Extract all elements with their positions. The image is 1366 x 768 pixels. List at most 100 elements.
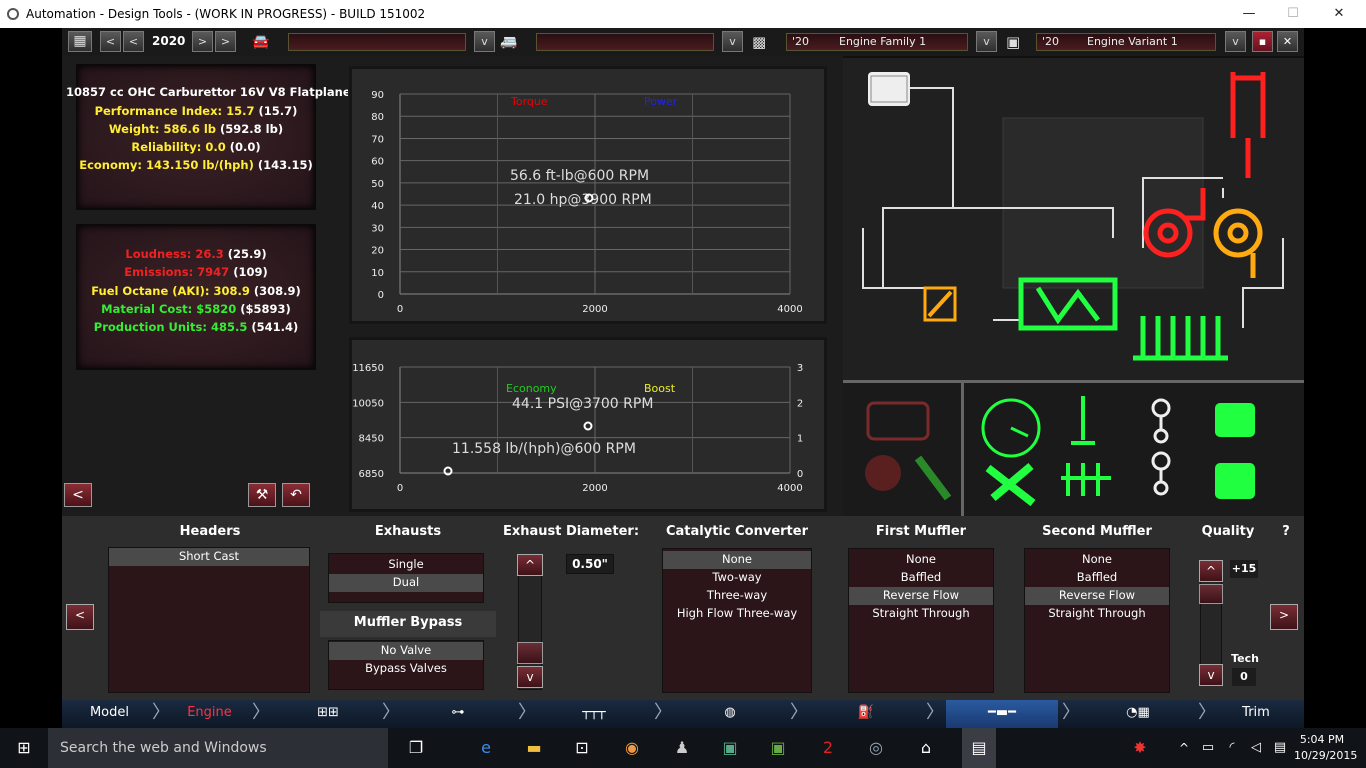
muffler2-none-option[interactable]: None — [1025, 551, 1169, 569]
store-icon[interactable]: ⊡ — [570, 736, 594, 760]
crankshaft-icon[interactable] — [1061, 463, 1111, 496]
bypass-valves-option[interactable]: Bypass Valves — [329, 660, 483, 678]
tools-icon[interactable] — [985, 462, 1036, 507]
piston-icon: ▣ — [1006, 33, 1021, 51]
engine-variant-field[interactable]: '20 Engine Variant 1 — [1036, 33, 1216, 51]
muffler2-straight-option[interactable]: Straight Through — [1025, 605, 1169, 623]
gauge-icon[interactable] — [981, 398, 1041, 458]
calendar-icon[interactable]: ▦ — [68, 31, 92, 52]
year-prev-fast-button[interactable]: < — [100, 31, 121, 52]
no-valve-option[interactable]: No Valve — [329, 642, 483, 660]
muffler1-baffled-option[interactable]: Baffled — [849, 569, 993, 587]
next-part-button[interactable]: > — [1270, 604, 1298, 630]
automation-app-icon[interactable]: ▤ — [962, 728, 996, 768]
exhaust-single-option[interactable]: Single — [329, 556, 483, 574]
minecraft-2-icon[interactable]: ▣ — [766, 736, 790, 760]
network-alert-icon[interactable]: ✸ — [1128, 736, 1152, 760]
year-next-button[interactable]: > — [192, 31, 213, 52]
piston-bottom-icon[interactable] — [1215, 463, 1255, 499]
y-tick-label: 10 — [371, 268, 384, 279]
muffler1-none-option[interactable]: None — [849, 551, 993, 569]
help-button[interactable]: ? — [1274, 520, 1298, 546]
quality-down-button[interactable]: v — [1199, 664, 1223, 686]
file-explorer-icon[interactable]: ▬ — [522, 736, 546, 760]
tech-value: 0 — [1232, 668, 1256, 686]
bowling-icon[interactable]: ♟ — [670, 736, 694, 760]
engine-description: 10857 cc OHC Carburettor 16V V8 Flatplan… — [66, 85, 351, 99]
nav-crank-icon[interactable]: ⊶ — [402, 700, 514, 728]
maximize-button[interactable]: ☐ — [1284, 6, 1302, 21]
nav-engine[interactable]: Engine — [162, 700, 257, 728]
piston-top-icon[interactable] — [1215, 403, 1255, 437]
test-tools-icon[interactable]: ⚒ — [248, 483, 276, 507]
windows-start-icon[interactable]: ⊞ — [12, 736, 36, 760]
delete-icon[interactable]: ✕ — [1277, 31, 1298, 52]
trim-field[interactable] — [536, 33, 714, 51]
edge-icon[interactable]: e — [474, 736, 498, 760]
tray-chevron-icon[interactable]: ^ — [1172, 736, 1196, 760]
search-box[interactable]: Search the web and Windows — [48, 728, 388, 768]
muffler2-baffled-option[interactable]: Baffled — [1025, 569, 1169, 587]
diameter-slider-handle[interactable] — [517, 642, 543, 664]
trim-dropdown-button[interactable]: v — [722, 31, 743, 52]
model-field[interactable] — [288, 33, 466, 51]
model-dropdown-button[interactable]: v — [474, 31, 495, 52]
cat-none-option[interactable]: None — [663, 551, 811, 569]
chrome-2-icon[interactable]: ◎ — [864, 736, 888, 760]
valve-icon[interactable] — [1071, 396, 1095, 445]
quality-up-button[interactable]: ^ — [1199, 560, 1223, 582]
battery-icon[interactable]: ▭ — [1196, 736, 1220, 760]
chrome-icon[interactable]: ◉ — [620, 736, 644, 760]
muffler1-reverse-flow-option[interactable]: Reverse Flow — [849, 587, 993, 605]
notifications-icon[interactable]: ▤ — [1268, 736, 1292, 760]
cat-high-flow-option[interactable]: High Flow Three-way — [663, 605, 811, 623]
muffler2-reverse-flow-option[interactable]: Reverse Flow — [1025, 587, 1169, 605]
y-tick-label: 50 — [371, 179, 384, 190]
variant-dropdown-button[interactable]: v — [1225, 31, 1246, 52]
back-button[interactable]: < — [64, 483, 92, 507]
task-view-icon[interactable]: ❐ — [404, 736, 428, 760]
save-icon[interactable]: ▪ — [1252, 31, 1273, 52]
minecraft-icon[interactable]: ▣ — [718, 736, 742, 760]
year-next-fast-button[interactable]: > — [215, 31, 236, 52]
minimize-button[interactable]: — — [1240, 6, 1258, 21]
volume-icon[interactable]: ◁ — [1244, 736, 1268, 760]
nav-trim[interactable]: Trim — [1212, 700, 1300, 728]
muffler1-straight-option[interactable]: Straight Through — [849, 605, 993, 623]
exhaust-dual-option[interactable]: Dual — [329, 574, 483, 592]
nav-block-icon[interactable]: ⊞⊞ — [272, 700, 384, 728]
nav-fuel-icon[interactable]: ⛽ — [810, 700, 922, 728]
engine-family-field[interactable]: '20 Engine Family 1 — [786, 33, 968, 51]
headers-option[interactable]: Short Cast — [109, 548, 309, 566]
family-dropdown-button[interactable]: v — [976, 31, 997, 52]
nav-exhaust-icon[interactable]: ━▬━ — [946, 700, 1058, 728]
cat-three-way-option[interactable]: Three-way — [663, 587, 811, 605]
close-button[interactable]: ✕ — [1330, 6, 1348, 21]
nav-turbo-icon[interactable]: ◍ — [674, 700, 786, 728]
right-letterbox — [1304, 28, 1366, 728]
undo-icon[interactable]: ↶ — [282, 483, 310, 507]
search-placeholder: Search the web and Windows — [60, 740, 267, 756]
clock-time[interactable]: 5:04 PM — [1296, 733, 1348, 746]
home-icon[interactable]: ⌂ — [914, 736, 938, 760]
wifi-icon[interactable]: ◜ — [1220, 736, 1244, 760]
connecting-rod-icon[interactable] — [1151, 398, 1171, 444]
nav-heads-icon[interactable]: ┬┬┬ — [538, 700, 650, 728]
diameter-down-button[interactable]: v — [517, 666, 543, 688]
chart-annotation: 44.1 PSI@3700 RPM — [512, 396, 653, 412]
air-filter-icon[interactable] — [868, 72, 910, 106]
data-marker — [583, 421, 593, 431]
diameter-up-button[interactable]: ^ — [517, 554, 543, 576]
clock-date[interactable]: 10/29/2015 — [1294, 749, 1357, 762]
year-prev-button[interactable]: < — [123, 31, 144, 52]
cost-panel: Loudness: 26.3 (25.9) Emissions: 7947 (1… — [76, 224, 316, 370]
nav-model[interactable]: Model — [62, 700, 157, 728]
cat-two-way-option[interactable]: Two-way — [663, 569, 811, 587]
nav-test-icon[interactable]: ◔▦ — [1082, 700, 1194, 728]
spark-plug-icon — [914, 455, 952, 501]
connecting-rod-2-icon[interactable] — [1151, 451, 1171, 496]
game-2k-icon[interactable]: 2 — [816, 736, 840, 760]
engine-diagram-svg — [843, 58, 1304, 516]
prev-part-button[interactable]: < — [66, 604, 94, 630]
quality-slider-handle[interactable] — [1199, 584, 1223, 604]
